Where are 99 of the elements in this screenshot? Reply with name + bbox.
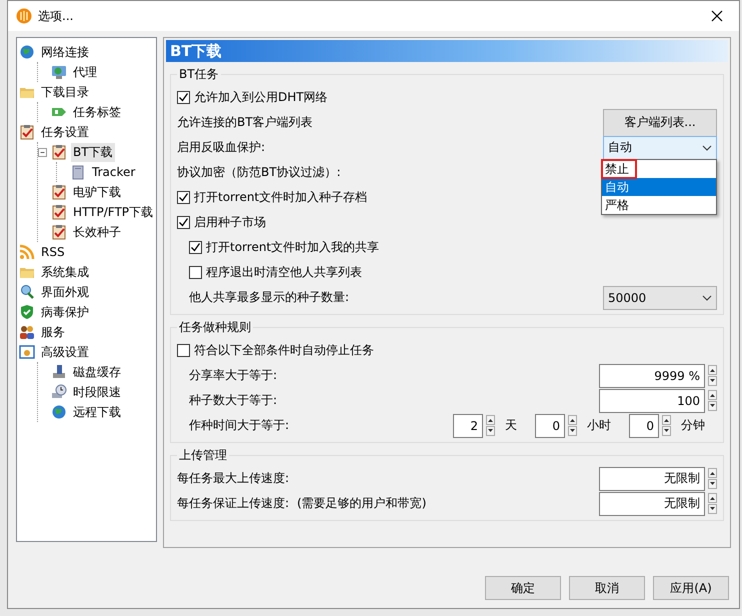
tree-item[interactable]: 代理 [71, 62, 99, 82]
tree-item[interactable]: 高级设置 [39, 342, 91, 362]
spin-down-icon[interactable] [708, 479, 717, 489]
clipboard-icon [51, 184, 67, 200]
field-label: 他人共享最多显示的种子数量: [189, 289, 350, 306]
number-field[interactable]: 2 [453, 414, 483, 438]
tree-item[interactable]: 磁盘缓存 [71, 362, 123, 382]
spin-up-icon[interactable] [568, 415, 577, 425]
field-label: 每任务保证上传速度: [177, 495, 290, 512]
unit-label: 天 [504, 417, 518, 434]
tree-item[interactable]: 时段限速 [71, 382, 123, 402]
dropdown[interactable]: 自动 [603, 136, 717, 160]
spin-down-icon[interactable] [568, 426, 577, 436]
checkbox-label[interactable]: 程序退出时清空他人共享列表 [206, 264, 362, 281]
spin-down-icon[interactable] [708, 376, 717, 386]
spin-up-icon[interactable] [662, 415, 671, 425]
number-field[interactable]: 0 [629, 414, 659, 438]
dialog-button[interactable]: 确定 [485, 576, 561, 600]
dropdown-option[interactable]: 自动 [602, 178, 716, 196]
field-label: 种子数大于等于: [189, 392, 278, 409]
globe-icon [19, 44, 35, 60]
tree-item[interactable]: 病毒保护 [39, 302, 91, 322]
tree-item[interactable]: 网络连接 [39, 42, 91, 62]
number-field[interactable]: 0 [535, 414, 565, 438]
server-icon [70, 164, 86, 180]
dropdown-option[interactable]: 禁止 [602, 160, 636, 178]
field-label: 作种时间大于等于: [189, 417, 290, 434]
checkbox-label[interactable]: 符合以下全部条件时自动停止任务 [194, 342, 374, 359]
checkbox[interactable] [177, 216, 190, 229]
tree-item[interactable]: 长效种子 [71, 222, 123, 242]
tree-item[interactable]: 界面外观 [39, 282, 91, 302]
window-icon [19, 344, 35, 360]
field-label: 每任务最大上传速度: [177, 470, 290, 487]
number-field[interactable]: 无限制 [599, 466, 705, 490]
group-title: BT任务 [178, 66, 220, 83]
spin-down-icon[interactable] [486, 426, 495, 436]
checkbox-label[interactable]: 打开torrent文件时加入种子存档 [194, 189, 368, 206]
checkbox[interactable] [189, 241, 202, 254]
clipboard-icon [51, 144, 67, 160]
spin-up-icon[interactable] [708, 468, 717, 478]
dialog-button[interactable]: 应用(A) [653, 576, 729, 600]
checkbox-label[interactable]: 打开torrent文件时加入我的共享 [206, 239, 380, 256]
people-icon [19, 324, 35, 340]
tree-item[interactable]: 电驴下载 [71, 182, 123, 202]
app-logo-icon [16, 8, 32, 24]
disk-icon [51, 364, 67, 380]
field-label: 启用反吸血保护: [177, 139, 266, 156]
window-title: 选项... [38, 8, 74, 24]
clock-icon [51, 384, 67, 400]
monitor-icon [51, 64, 67, 80]
dropdown-option[interactable]: 严格 [602, 196, 716, 214]
tree-item[interactable]: 任务设置 [39, 122, 91, 142]
rss-icon [19, 244, 35, 260]
tree-item[interactable]: 远程下载 [71, 402, 123, 422]
clipboard-icon [19, 124, 35, 140]
checkbox[interactable] [189, 266, 202, 279]
clipboard-icon [51, 224, 67, 240]
dropdown[interactable]: 50000 [603, 286, 717, 310]
client-list-button[interactable]: 客户端列表... [603, 108, 717, 136]
tree-item[interactable]: HTTP/FTP下载 [71, 202, 156, 222]
spin-down-icon[interactable] [708, 401, 717, 411]
tree-item[interactable]: 任务标签 [71, 102, 123, 122]
tree-item[interactable]: 下载目录 [39, 82, 91, 102]
group-title: 上传管理 [178, 447, 228, 464]
field-label: 分享率大于等于: [189, 367, 278, 384]
tree-item[interactable]: Tracker [90, 164, 138, 180]
spin-up-icon[interactable] [708, 365, 717, 375]
page-title: BT下载 [166, 40, 728, 62]
tree-item[interactable]: 系统集成 [39, 262, 91, 282]
checkbox[interactable] [177, 344, 190, 357]
checkbox-label[interactable]: 允许加入到公用DHT网络 [194, 89, 328, 106]
shield-icon [19, 304, 35, 320]
chevron-down-icon [702, 294, 712, 300]
spin-up-icon[interactable] [708, 493, 717, 503]
number-field[interactable]: 无限制 [599, 492, 705, 516]
globe-icon [51, 404, 67, 420]
number-field[interactable]: 100 [599, 388, 705, 412]
field-label: 允许连接的BT客户端列表 [177, 114, 314, 131]
checkbox[interactable] [177, 191, 190, 204]
unit-label: 分钟 [680, 417, 706, 434]
group-title: 任务做种规则 [178, 319, 252, 336]
tree-item[interactable]: 服务 [39, 322, 67, 342]
spin-up-icon[interactable] [486, 415, 495, 425]
magnifier-icon [19, 284, 35, 300]
dialog-button[interactable]: 取消 [569, 576, 645, 600]
tree-item[interactable]: RSS [39, 244, 67, 260]
field-label: 协议加密（防范BT协议过滤）: [177, 164, 341, 181]
unit-label: 小时 [586, 417, 612, 434]
spin-down-icon[interactable] [708, 504, 717, 514]
spin-down-icon[interactable] [662, 426, 671, 436]
tree-item[interactable]: BT下载 [71, 142, 115, 162]
number-field[interactable]: 9999 % [599, 364, 705, 388]
checkbox[interactable] [177, 91, 190, 104]
chevron-down-icon [702, 144, 712, 150]
hint-text: (需要足够的用户和带宽) [296, 495, 426, 512]
collapse-icon[interactable] [38, 148, 47, 156]
clipboard-icon [51, 204, 67, 220]
spin-up-icon[interactable] [708, 390, 717, 400]
checkbox-label[interactable]: 启用种子市场 [194, 214, 266, 231]
